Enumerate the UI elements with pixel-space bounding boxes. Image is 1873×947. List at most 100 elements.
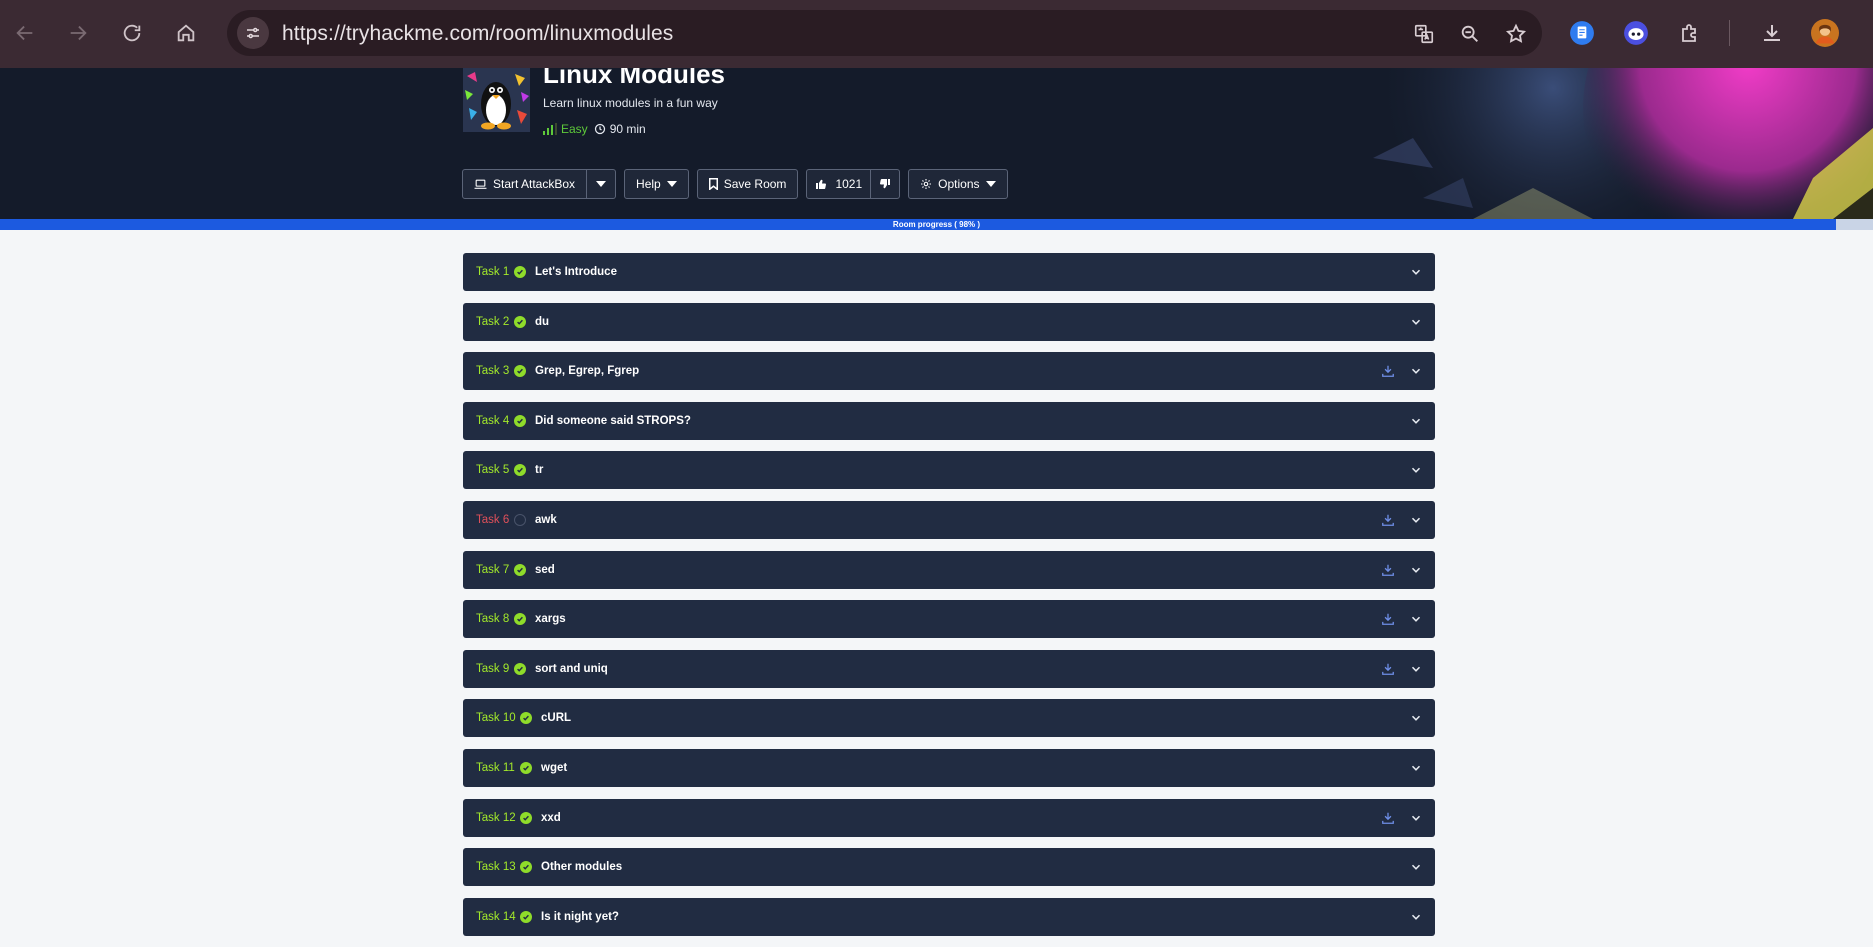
chevron-down-icon[interactable] bbox=[1409, 662, 1423, 676]
task-title: Is it night yet? bbox=[541, 910, 619, 923]
thumbs-up-icon[interactable] bbox=[815, 178, 827, 190]
chevron-down-icon[interactable] bbox=[1409, 513, 1423, 527]
toolbar-separator bbox=[1729, 20, 1730, 46]
zoom-icon[interactable] bbox=[1454, 18, 1486, 50]
chevron-down-icon[interactable] bbox=[1409, 910, 1423, 924]
duration-label: 90 min bbox=[609, 122, 646, 136]
check-circle-icon bbox=[514, 662, 526, 675]
difficulty-badge: Easy bbox=[543, 122, 588, 136]
task-number: Task 12 bbox=[476, 811, 516, 824]
task-row[interactable]: Task 1 Let's Introduce bbox=[463, 253, 1435, 291]
bookmark-star-icon[interactable] bbox=[1500, 18, 1532, 50]
task-title: Did someone said STROPS? bbox=[535, 414, 691, 427]
chevron-down-icon[interactable] bbox=[1409, 364, 1423, 378]
task-title: Other modules bbox=[541, 861, 623, 874]
download-icon[interactable] bbox=[1381, 513, 1395, 527]
task-row[interactable]: Task 11 wget bbox=[463, 748, 1435, 787]
url-text[interactable]: https://tryhackme.com/room/linuxmodules bbox=[282, 22, 673, 46]
forward-button[interactable] bbox=[60, 15, 96, 51]
room-progress-label: Room progress ( 98% ) bbox=[892, 220, 981, 229]
task-number: Task 6 bbox=[476, 513, 510, 526]
task-title: sort and uniq bbox=[535, 662, 608, 675]
chevron-down-icon[interactable] bbox=[1409, 463, 1423, 477]
thumbs-down-icon[interactable] bbox=[879, 178, 891, 190]
check-circle-icon bbox=[514, 464, 526, 477]
task-row[interactable]: Task 14 Is it night yet? bbox=[463, 897, 1435, 936]
chevron-down-icon[interactable] bbox=[1409, 860, 1423, 874]
task-row[interactable]: Task 6 awk bbox=[463, 500, 1435, 539]
task-row[interactable]: Task 2 du bbox=[463, 302, 1435, 341]
task-title: tr bbox=[535, 464, 544, 477]
task-row[interactable]: Task 12 xxd bbox=[463, 798, 1435, 837]
browser-toolbar: https://tryhackme.com/room/linuxmodules bbox=[0, 0, 1873, 68]
chevron-down-icon[interactable] bbox=[1409, 414, 1423, 428]
downloads-icon[interactable] bbox=[1755, 16, 1789, 50]
arrow-left-icon bbox=[16, 25, 33, 41]
attackbox-dropdown-button[interactable] bbox=[587, 169, 617, 199]
help-label: Help bbox=[636, 177, 661, 191]
site-settings-icon[interactable] bbox=[237, 17, 269, 49]
task-row[interactable]: Task 13 Other modules bbox=[463, 848, 1435, 887]
task-row[interactable]: Task 10 cURL bbox=[463, 699, 1435, 738]
docs-extension-icon[interactable] bbox=[1565, 16, 1599, 50]
profile-avatar[interactable] bbox=[1808, 16, 1842, 50]
task-title: sed bbox=[535, 563, 555, 576]
download-icon[interactable] bbox=[1381, 811, 1395, 825]
task-row[interactable]: Task 9 sort and uniq bbox=[463, 649, 1435, 688]
home-button[interactable] bbox=[168, 15, 204, 51]
extensions-puzzle-icon[interactable] bbox=[1674, 16, 1708, 50]
address-bar[interactable]: https://tryhackme.com/room/linuxmodules bbox=[227, 10, 1542, 56]
check-circle-icon bbox=[514, 613, 526, 626]
chevron-down-icon[interactable] bbox=[1409, 563, 1423, 577]
help-button[interactable]: Help bbox=[624, 169, 689, 199]
translate-icon[interactable] bbox=[1408, 18, 1440, 50]
chevron-down-icon[interactable] bbox=[1409, 761, 1423, 775]
task-title: wget bbox=[541, 761, 568, 774]
check-circle-icon bbox=[520, 861, 532, 874]
chevron-down-icon[interactable] bbox=[1409, 711, 1423, 725]
like-count: 1021 bbox=[835, 177, 863, 191]
check-circle-icon bbox=[514, 266, 526, 278]
check-circle-icon bbox=[514, 315, 526, 328]
room-action-buttons: Start AttackBox Help Save Room 1021 Opti… bbox=[462, 169, 1008, 199]
download-icon[interactable] bbox=[1381, 364, 1395, 378]
empty-circle-icon bbox=[514, 513, 526, 526]
laptop-icon bbox=[474, 179, 487, 189]
header-background-art bbox=[1173, 68, 1873, 219]
chevron-down-icon[interactable] bbox=[1409, 315, 1423, 329]
task-number: Task 9 bbox=[476, 662, 510, 675]
task-number: Task 7 bbox=[476, 563, 510, 576]
reload-button[interactable] bbox=[114, 15, 150, 51]
task-row[interactable]: Task 4 Did someone said STROPS? bbox=[463, 401, 1435, 440]
options-label: Options bbox=[938, 177, 980, 191]
chevron-down-icon[interactable] bbox=[1409, 612, 1423, 626]
task-row[interactable]: Task 5 tr bbox=[463, 451, 1435, 490]
save-room-button[interactable]: Save Room bbox=[696, 169, 799, 199]
task-row[interactable]: Task 7 sed bbox=[463, 550, 1435, 589]
task-title: du bbox=[535, 315, 550, 328]
download-icon[interactable] bbox=[1381, 563, 1395, 577]
task-number: Task 3 bbox=[476, 365, 510, 378]
duration-badge: 90 min bbox=[594, 122, 646, 136]
room-description: Learn linux modules in a fun way bbox=[543, 96, 718, 110]
task-number: Task 4 bbox=[476, 414, 510, 427]
check-circle-icon bbox=[520, 761, 532, 774]
options-button[interactable]: Options bbox=[908, 169, 1008, 199]
check-circle-icon bbox=[520, 811, 532, 824]
check-circle-icon bbox=[520, 712, 532, 725]
task-row[interactable]: Task 3 Grep, Egrep, Fgrep bbox=[463, 352, 1435, 391]
task-row[interactable]: Task 8 xargs bbox=[463, 600, 1435, 639]
task-number: Task 2 bbox=[476, 315, 510, 328]
task-number: Task 1 bbox=[476, 266, 510, 278]
vote-buttons: 1021 bbox=[806, 169, 901, 199]
download-icon[interactable] bbox=[1381, 662, 1395, 676]
assistant-extension-icon[interactable] bbox=[1619, 16, 1653, 50]
caret-down-icon bbox=[985, 181, 996, 187]
chevron-down-icon[interactable] bbox=[1409, 265, 1423, 279]
difficulty-bars-icon bbox=[543, 123, 557, 135]
back-button[interactable] bbox=[7, 15, 43, 51]
bookmark-icon bbox=[708, 178, 718, 190]
start-attackbox-button[interactable]: Start AttackBox bbox=[462, 169, 588, 199]
chevron-down-icon[interactable] bbox=[1409, 811, 1423, 825]
download-icon[interactable] bbox=[1381, 612, 1395, 626]
